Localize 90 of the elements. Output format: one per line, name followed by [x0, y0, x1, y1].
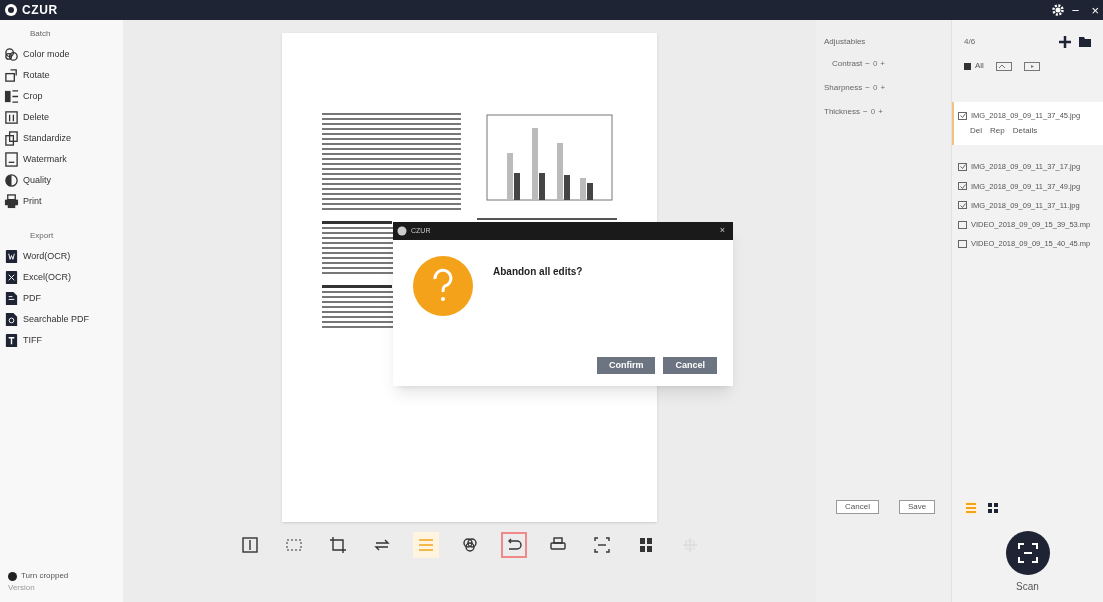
file-count: 4/6: [964, 36, 976, 48]
dialog-message: Abandon all edits?: [493, 265, 583, 279]
printer-icon: [549, 537, 566, 553]
panel-button[interactable]: Save: [898, 500, 936, 514]
setting-value: 0: [872, 82, 878, 94]
rotate-icon: [4, 68, 19, 83]
scan-label: Scan: [1016, 580, 1039, 594]
minus-button[interactable]: −: [865, 82, 870, 94]
sidebar-item[interactable]: Watermark: [4, 149, 123, 170]
swap-arrows-icon: [373, 537, 390, 553]
excel-file-icon: [4, 270, 19, 285]
checkbox[interactable]: [958, 220, 967, 229]
dashed-rectangle-icon: [285, 537, 302, 553]
toggle-label: Turn cropped: [21, 570, 69, 582]
checkbox[interactable]: [964, 62, 971, 70]
file-action-link[interactable]: Details: [1012, 125, 1038, 138]
image-filter-icon[interactable]: [995, 61, 1012, 71]
sidebar-item[interactable]: Delete: [4, 107, 123, 128]
checkbox-label: All: [975, 60, 984, 72]
watermark-icon: [4, 152, 19, 167]
sidebar-item[interactable]: PDF: [4, 288, 123, 309]
view-toggle-button[interactable]: [964, 501, 978, 515]
settings-icon[interactable]: [1051, 4, 1064, 16]
sidebar-item[interactable]: Quality: [4, 170, 123, 191]
checkbox[interactable]: [958, 111, 967, 120]
color-circles-icon: [4, 47, 19, 62]
sidebar-item[interactable]: Crop: [4, 86, 123, 107]
sidebar-item[interactable]: Word(OCR): [4, 246, 123, 267]
plus-button[interactable]: +: [880, 58, 886, 70]
folder-icon[interactable]: [1079, 37, 1091, 47]
setting-value: 0: [870, 106, 876, 118]
add-icon[interactable]: [1059, 36, 1071, 48]
sidebar-item[interactable]: TIFF: [4, 330, 123, 351]
setting-label: Contrast: [832, 58, 863, 70]
logo-icon: [4, 3, 18, 17]
checkbox[interactable]: [8, 571, 17, 581]
minus-button[interactable]: −: [863, 106, 868, 118]
close-button[interactable]: ×: [715, 224, 729, 238]
tiff-file-icon: [4, 333, 19, 348]
panel-title: Adjustables: [824, 36, 867, 48]
ocr-scan-icon: [593, 537, 610, 553]
color-circles-icon: [461, 537, 478, 553]
toolbar-button[interactable]: [500, 532, 527, 558]
plus-button[interactable]: +: [880, 82, 886, 94]
grid-icon: [637, 537, 654, 553]
checkbox[interactable]: [958, 182, 967, 191]
version-label: Version: [7, 582, 36, 594]
trash-icon: [4, 110, 19, 125]
minus-button[interactable]: −: [865, 58, 870, 70]
scan-button[interactable]: [1005, 531, 1050, 575]
half-circle-icon: [4, 173, 19, 188]
dialog-button[interactable]: Confirm: [597, 356, 656, 374]
sidebar-item[interactable]: Rotate: [4, 65, 123, 86]
setting-label: Sharpness: [824, 82, 863, 94]
pdf-file-icon: [4, 291, 19, 306]
grid-icon: [987, 502, 999, 514]
split-page-icon: [241, 537, 258, 553]
crop-icon: [4, 89, 19, 104]
checkbox[interactable]: [958, 239, 967, 248]
word-file-icon: [4, 249, 19, 264]
printer-icon: [4, 194, 19, 209]
dialog-button[interactable]: Cancel: [663, 356, 717, 374]
close-button[interactable]: ×: [1091, 3, 1099, 17]
scan-icon: [1017, 543, 1038, 563]
file-action-link[interactable]: Del: [970, 125, 982, 138]
question-icon: [413, 256, 473, 316]
setting-label: Thickness: [824, 106, 860, 118]
sidebar-item[interactable]: Standardize: [4, 128, 123, 149]
app-title: CZUR: [22, 2, 58, 19]
crop-icon: [329, 537, 346, 553]
sidebar-item[interactable]: Searchable PDF: [4, 309, 123, 330]
section-heading: Export: [29, 230, 55, 242]
section-heading: Batch: [29, 28, 52, 40]
logo-icon: [397, 226, 407, 236]
file-search-icon: [4, 312, 19, 327]
sliders-icon: [417, 537, 434, 553]
plus-button[interactable]: +: [878, 106, 883, 118]
list-icon: [965, 502, 977, 514]
checkbox[interactable]: [958, 201, 967, 210]
sidebar-item[interactable]: Color mode: [4, 44, 123, 65]
panel-button[interactable]: Cancel: [836, 500, 879, 514]
minimize-button[interactable]: −: [1071, 3, 1080, 17]
checkbox[interactable]: [958, 162, 967, 171]
sidebar-item[interactable]: Print: [4, 191, 123, 212]
view-toggle-button[interactable]: [986, 501, 1000, 515]
file-action-link[interactable]: Rep: [990, 125, 1005, 138]
sidebar-item[interactable]: Excel(OCR): [4, 267, 123, 288]
pages-icon: [4, 131, 19, 146]
video-filter-icon[interactable]: [1023, 61, 1040, 71]
setting-value: 0: [872, 58, 878, 70]
